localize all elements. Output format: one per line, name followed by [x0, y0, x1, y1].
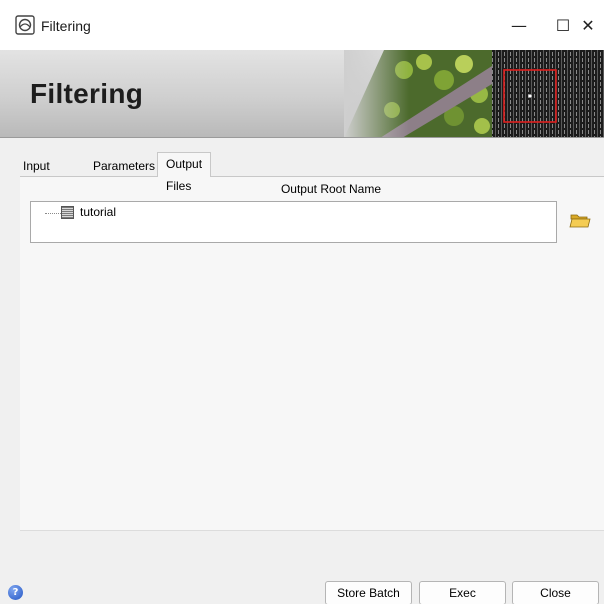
tree-item-tutorial[interactable]: tutorial [61, 204, 116, 220]
banner-title: Filtering [30, 78, 144, 109]
store-batch-button[interactable]: Store Batch [325, 581, 412, 604]
output-tree[interactable]: tutorial [30, 201, 557, 243]
minimize-icon: — [511, 15, 527, 35]
header-banner: Filtering [0, 50, 604, 138]
close-window-button[interactable]: ✕ [566, 10, 604, 40]
tab-parameters[interactable]: Parameters [90, 156, 158, 176]
filtering-window: Filtering — ☐ ✕ Filtering Input Paramete… [0, 0, 604, 604]
help-icon: ? [12, 587, 19, 598]
output-files-panel: Output Root Name tutorial [20, 176, 604, 531]
tab-output-files[interactable]: Output Files [157, 152, 212, 193]
exec-button[interactable]: Exec [419, 581, 506, 604]
help-button[interactable]: ? [8, 585, 23, 600]
minimize-button[interactable]: — [497, 10, 541, 40]
output-root-name-label: Output Root Name [280, 182, 382, 196]
tab-input-files[interactable]: Input Files [20, 156, 53, 193]
banner-aerial-image [344, 50, 604, 137]
close-button[interactable]: Close [512, 581, 599, 604]
folder-open-icon[interactable] [569, 211, 591, 229]
tree-item-label: tutorial [80, 205, 117, 219]
raster-image-icon [61, 205, 74, 219]
window-title: Filtering [41, 18, 91, 34]
close-icon: ✕ [581, 15, 595, 35]
app-icon [15, 15, 35, 35]
title-bar: Filtering — ☐ ✕ [0, 0, 604, 50]
